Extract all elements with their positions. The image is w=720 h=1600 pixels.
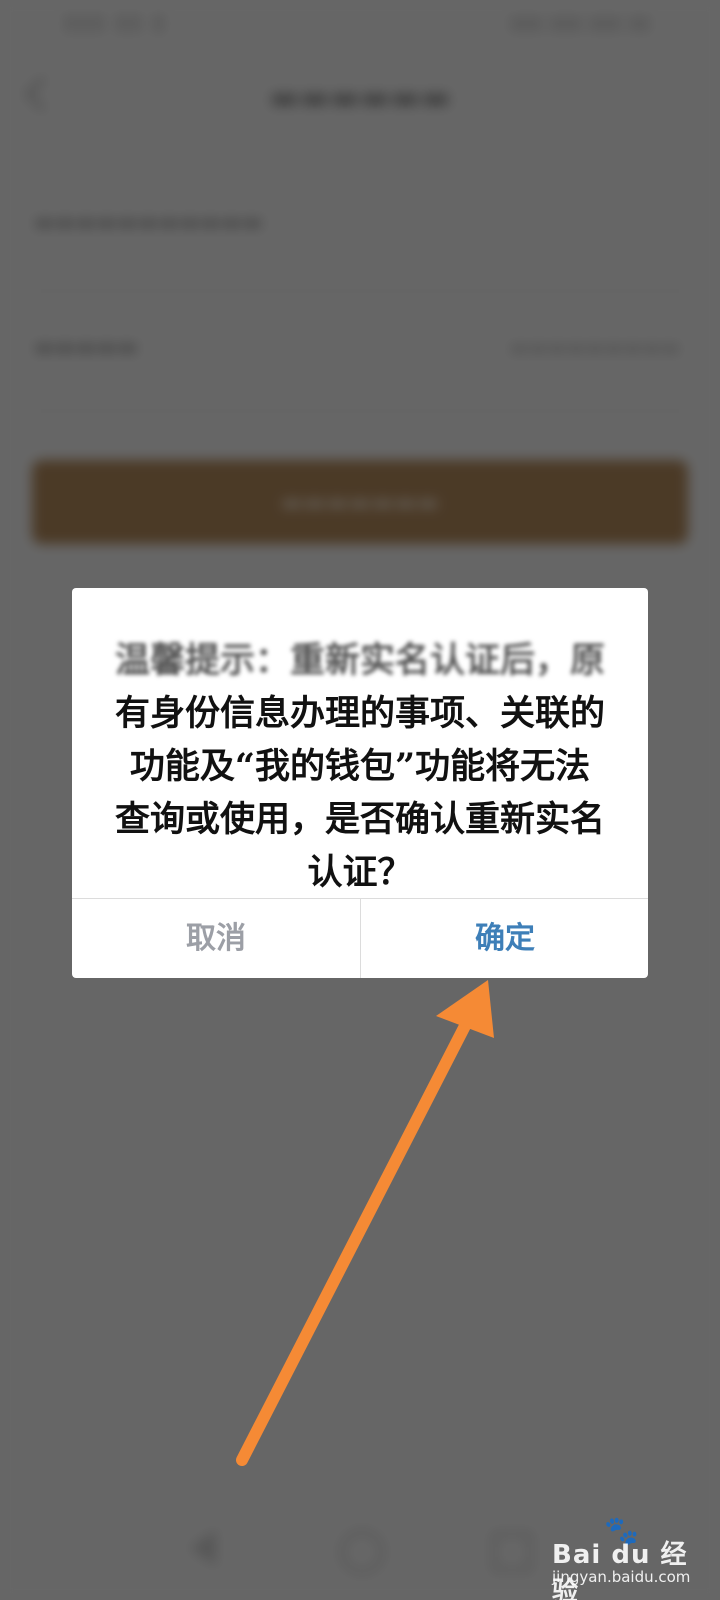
watermark: 🐾 Bai du 经验 jingyan.baidu.com (552, 1514, 712, 1600)
dialog-message-line: 温馨提示：重新实名认证后，原 (114, 640, 605, 681)
dialog-message-line: 有身份信息办理的事项、关联的 (114, 693, 605, 734)
watermark-brand: Bai du 经验 (552, 1540, 688, 1600)
confirm-button[interactable]: 确定 (361, 899, 648, 978)
confirm-dialog: 温馨提示：重新实名认证后，原 有身份信息办理的事项、关联的 功能及“我的钱包”功… (72, 588, 648, 978)
dialog-message-line: 认证？ (307, 852, 413, 893)
dialog-message: 温馨提示：重新实名认证后，原 有身份信息办理的事项、关联的 功能及“我的钱包”功… (102, 634, 618, 899)
dialog-message-line: 查询或使用，是否确认重新实名 (114, 799, 605, 840)
cancel-button[interactable]: 取消 (72, 899, 360, 978)
watermark-url: jingyan.baidu.com (552, 1568, 691, 1586)
dialog-message-line: 功能及“我的钱包”功能将无法 (129, 746, 591, 787)
